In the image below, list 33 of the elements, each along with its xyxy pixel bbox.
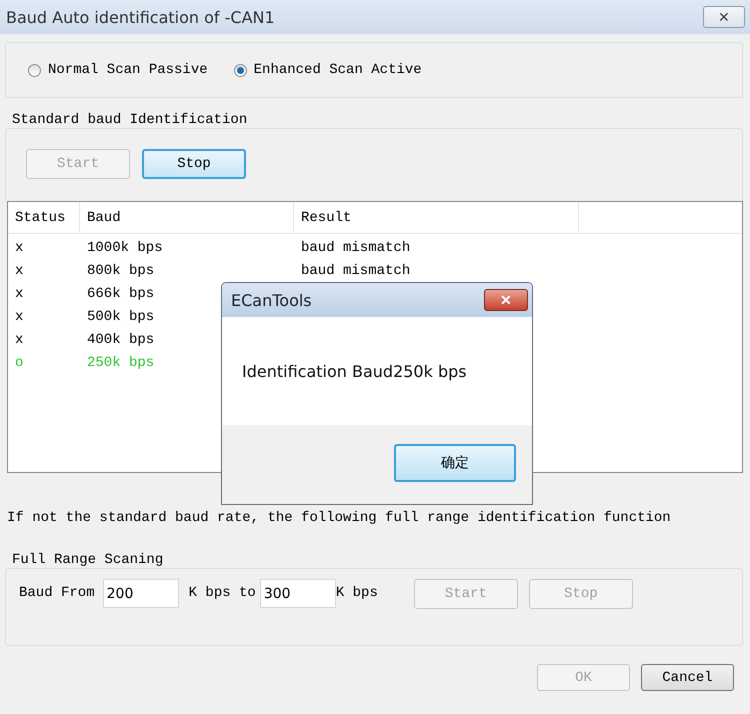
close-button[interactable]: ✕ bbox=[703, 6, 745, 28]
scan-button[interactable]: Stop bbox=[142, 149, 246, 179]
radio-label[interactable]: Enhanced Scan Active bbox=[254, 62, 422, 78]
to-field[interactable]: 300 bbox=[260, 579, 336, 608]
radio-button[interactable] bbox=[28, 64, 41, 76]
status-cell-text: x bbox=[14, 308, 24, 324]
status-cell-text: x bbox=[14, 286, 24, 302]
radio-label[interactable]: Normal Scan Passive bbox=[48, 62, 208, 78]
info-text: If not the standard baud rate, the following full range identification function bbox=[7, 510, 672, 526]
confirm-button[interactable]: 确定 bbox=[394, 444, 516, 482]
baud-cell-text: 400k bps bbox=[86, 332, 156, 348]
unit-label: K bps bbox=[336, 585, 378, 601]
status-cell-text: x bbox=[14, 262, 24, 278]
from-field[interactable]: 200 bbox=[102, 579, 179, 608]
field-label: K bps to bbox=[188, 585, 256, 601]
result-cell-text: baud mismatch bbox=[300, 262, 412, 278]
baud-cell-text: 500k bps bbox=[86, 308, 156, 324]
baud-cell-text: 250k bps bbox=[86, 354, 156, 370]
window-title: Baud Auto identification of -CAN1 bbox=[6, 8, 275, 26]
column-header[interactable]: Baud bbox=[80, 202, 294, 233]
message-box-title: ECanTools bbox=[231, 290, 312, 310]
status-cell-text: o bbox=[14, 354, 24, 370]
status-cell-text: x bbox=[14, 332, 24, 348]
status-cell-text: x bbox=[14, 240, 24, 256]
message-text: Identification Baud250k bps bbox=[242, 362, 467, 380]
column-header[interactable]: Status bbox=[8, 202, 80, 233]
radio-button[interactable] bbox=[234, 64, 247, 76]
baud-cell-text: 800k bps bbox=[86, 262, 156, 278]
column-header[interactable]: Result bbox=[294, 202, 579, 233]
result-cell-text: baud mismatch bbox=[300, 240, 412, 256]
dialog-button[interactable]: Cancel bbox=[641, 664, 734, 691]
field-label: Baud From bbox=[19, 585, 95, 601]
baud-cell-text: 1000k bps bbox=[86, 240, 164, 256]
